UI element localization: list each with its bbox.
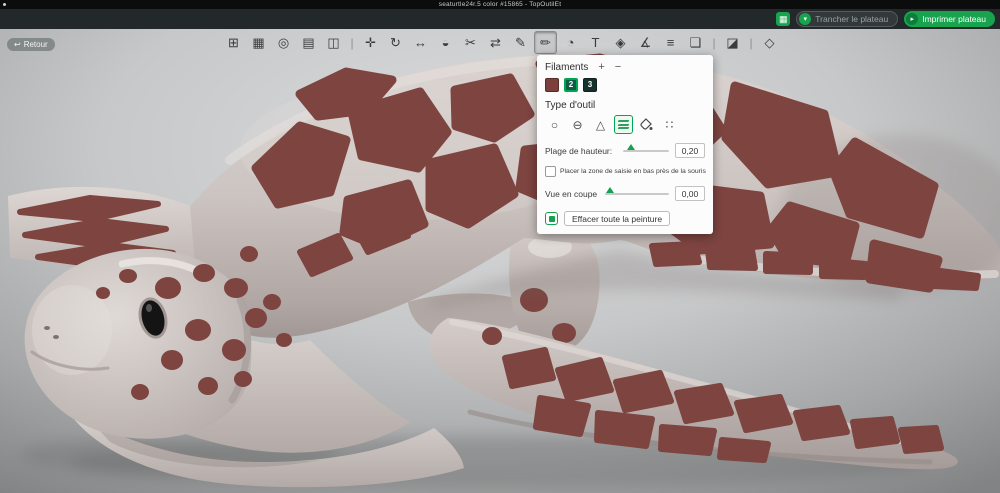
place-on-face-icon[interactable]: ◒ <box>434 31 457 54</box>
add-filament-button[interactable]: + <box>598 62 604 73</box>
height-range-label: Plage de hauteur: <box>545 146 612 156</box>
gizmo-position-checkbox[interactable] <box>545 166 556 177</box>
filament-swatches: 23 <box>545 78 705 92</box>
top-menubar: ▦ ▾ Trancher le plateau ▸ Imprimer plate… <box>0 9 1000 29</box>
text-tool-icon[interactable]: T <box>584 31 607 54</box>
gizmo-position-label: Placer la zone de saisie en bas près de … <box>560 168 706 175</box>
window-title: seaturtle24r.5 color #15865 - TopOutilEt <box>439 1 561 8</box>
seam-paint-icon[interactable]: ◔ <box>559 31 582 54</box>
print-button-label: Imprimer plateau <box>922 15 986 24</box>
sphere-tool-icon[interactable]: ⊖ <box>568 115 587 134</box>
rotate-icon[interactable]: ↻ <box>384 31 407 54</box>
filaments-header: Filaments + − <box>545 62 705 73</box>
slice-button-label: Trancher le plateau <box>815 15 888 24</box>
eraser-icon[interactable]: ◪ <box>721 31 744 54</box>
variable-layer-icon[interactable]: ≡ <box>659 31 682 54</box>
array-icon[interactable]: ▦ <box>247 31 270 54</box>
toolbar-separator: | <box>746 37 756 49</box>
boolean-icon[interactable]: ◈ <box>609 31 632 54</box>
print-button[interactable]: ▸ Imprimer plateau <box>904 11 995 27</box>
color-paint-panel: Filaments + − 23 Type d'outil ○⊖△ ∷ Plage… <box>537 55 713 234</box>
tool-type-row: ○⊖△ ∷ <box>545 115 705 134</box>
fill-tool-icon[interactable] <box>637 115 656 134</box>
gizmo-position-row: Placer la zone de saisie en bas près de … <box>545 166 705 177</box>
triangle-tool-icon[interactable]: △ <box>591 115 610 134</box>
section-view-input[interactable] <box>675 186 705 201</box>
remove-filament-button[interactable]: − <box>615 62 621 73</box>
height-range-slider-handle[interactable] <box>627 144 635 150</box>
exploded-view-icon[interactable]: ◇ <box>758 31 781 54</box>
erase-all-icon[interactable] <box>545 212 558 225</box>
erase-row: Effacer toute la peinture <box>545 211 705 226</box>
section-view-label: Vue en coupe <box>545 189 597 199</box>
height-range-slider[interactable] <box>623 150 669 152</box>
tool-type-label: Type d'outil <box>545 100 705 111</box>
color-paint-icon[interactable]: ✏ <box>534 31 557 54</box>
mirror-icon[interactable]: ⇄ <box>484 31 507 54</box>
section-view-slider-handle[interactable] <box>606 187 614 193</box>
support-paint-icon[interactable]: ✎ <box>509 31 532 54</box>
toolbar-separator: | <box>709 37 719 49</box>
scale-icon[interactable]: ↔ <box>409 31 432 54</box>
slice-dropdown-icon[interactable]: ▾ <box>799 13 811 25</box>
plate-settings-button[interactable]: ▦ <box>776 12 790 26</box>
slice-button[interactable]: ▾ Trancher le plateau <box>796 11 898 27</box>
plate-icon: ▦ <box>779 15 788 24</box>
window-dot-icon <box>3 3 6 6</box>
move-icon[interactable]: ✛ <box>359 31 382 54</box>
erase-all-button[interactable]: Effacer toute la peinture <box>564 211 670 226</box>
cut-icon[interactable]: ✂ <box>459 31 482 54</box>
main-toolbar: ⊞▦◎▤◫|✛↻↔◒✂⇄✎✏◔T◈∡≡❏|◪|◇ <box>222 31 781 54</box>
arrange-icon[interactable]: ▤ <box>297 31 320 54</box>
back-button[interactable]: ↩ Retour <box>7 38 55 51</box>
gap-fill-tool-icon[interactable]: ∷ <box>660 115 679 134</box>
section-view-slider[interactable] <box>605 193 669 195</box>
filament-swatch-2[interactable]: 2 <box>564 78 578 92</box>
window-titlebar: seaturtle24r.5 color #15865 - TopOutilEt <box>0 0 1000 9</box>
filament-swatch-3[interactable]: 3 <box>583 78 597 92</box>
filaments-label: Filaments <box>545 62 588 73</box>
circle-tool-icon[interactable]: ○ <box>545 115 564 134</box>
height-range-tool-icon[interactable] <box>614 115 633 134</box>
split-objects-icon[interactable]: ◫ <box>322 31 345 54</box>
assembly-view-icon[interactable]: ❏ <box>684 31 707 54</box>
toolbar-separator: | <box>347 37 357 49</box>
back-arrow-icon: ↩ <box>14 41 21 49</box>
back-button-label: Retour <box>24 41 48 49</box>
height-range-input[interactable] <box>675 143 705 158</box>
auto-orient-icon[interactable]: ◎ <box>272 31 295 54</box>
add-primitive-icon[interactable]: ⊞ <box>222 31 245 54</box>
print-arrow-icon: ▸ <box>906 13 918 25</box>
height-range-row: Plage de hauteur: <box>545 143 705 158</box>
measure-icon[interactable]: ∡ <box>634 31 657 54</box>
section-view-row: Vue en coupe <box>545 186 705 201</box>
viewport-3d[interactable] <box>0 0 1000 493</box>
filament-swatch-1[interactable] <box>545 78 559 92</box>
